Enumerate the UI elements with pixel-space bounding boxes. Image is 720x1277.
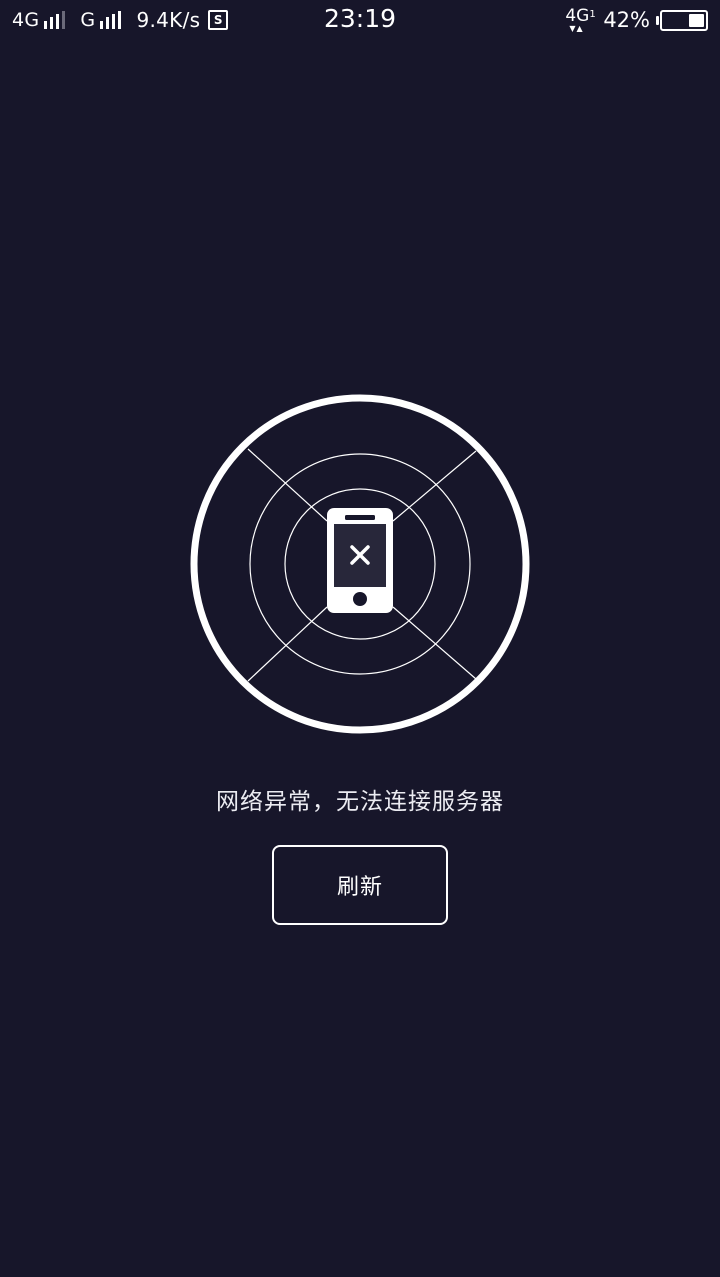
sim2-signal-icon	[100, 11, 124, 29]
data-network-sub: 1	[589, 9, 596, 20]
sim2-network-type: G	[80, 9, 96, 31]
status-bar: 4G G 9.4K/s S 23:19 4G1 ▼▲ 42%	[0, 0, 720, 40]
error-message: 网络异常，无法连接服务器	[216, 789, 504, 815]
battery-icon	[656, 9, 708, 31]
data-activity-icon: 4G1 ▼▲	[565, 6, 599, 34]
status-right: 4G1 ▼▲ 42%	[565, 6, 708, 34]
data-arrows-icon: ▼▲	[569, 24, 584, 33]
phone-icon	[327, 508, 393, 613]
battery-level-fill	[689, 13, 704, 27]
sim1-signal-icon	[44, 11, 68, 29]
battery-percent: 42%	[603, 8, 650, 32]
sd-card-icon: S	[208, 10, 229, 30]
status-left: 4G G 9.4K/s S	[12, 7, 229, 33]
refresh-button[interactable]: 刷新	[272, 845, 448, 925]
data-network-type: 4G	[565, 6, 590, 26]
sim1-network-type: 4G	[12, 9, 40, 31]
network-speed: 9.4K/s	[136, 8, 201, 32]
phone-disconnected-icon	[190, 394, 530, 734]
